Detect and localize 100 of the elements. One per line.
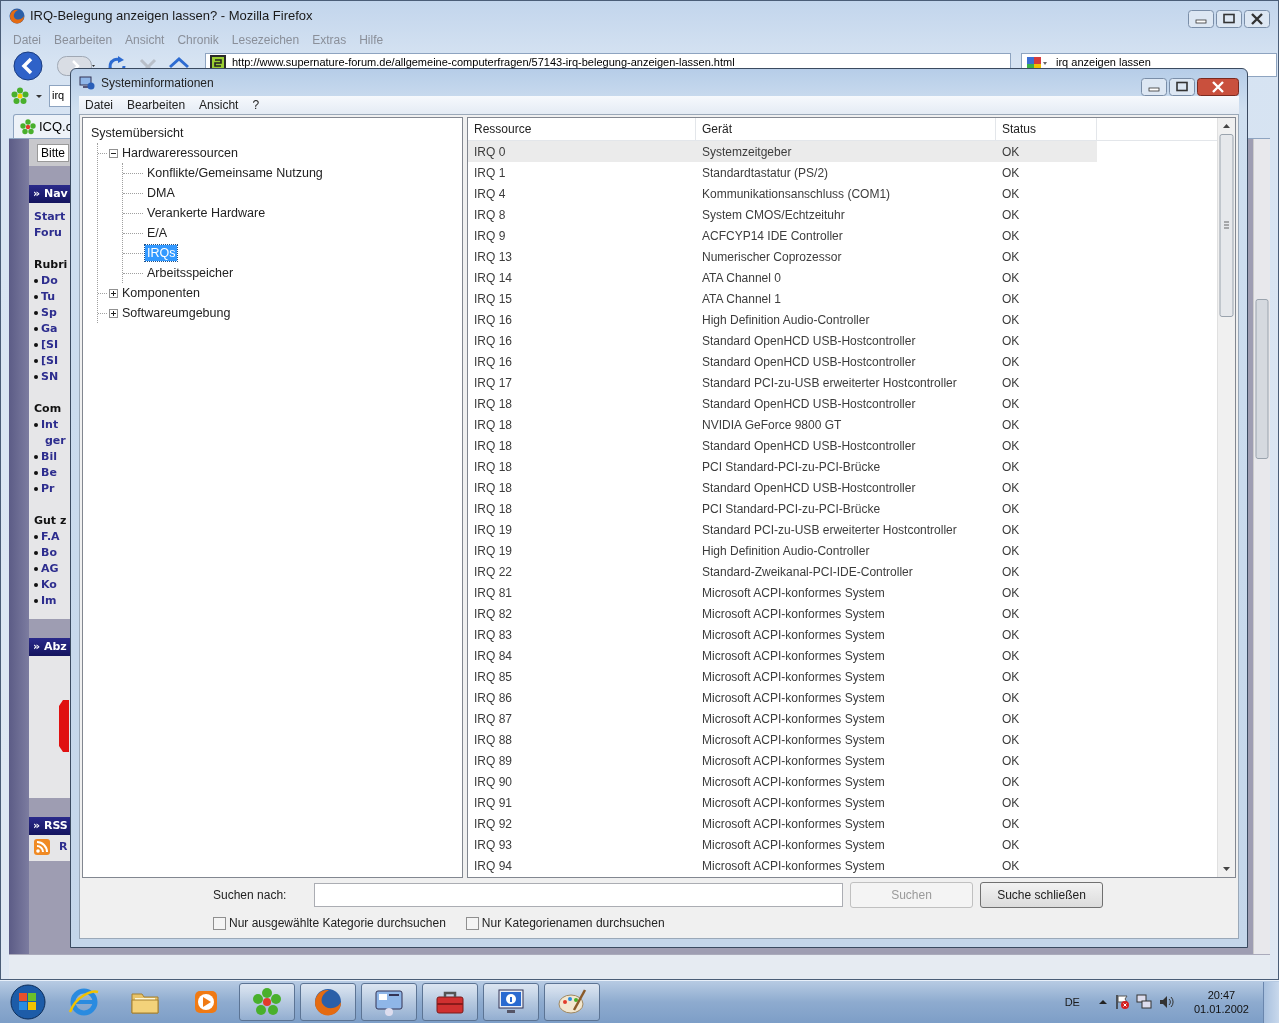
table-row[interactable]: IRQ 0 Systemzeitgeber OK	[468, 141, 1097, 162]
flag-icon[interactable]	[1113, 994, 1130, 1010]
table-row[interactable]: IRQ 18 PCI Standard-PCI-zu-PCI-Brücke OK	[468, 498, 1217, 519]
tree-item[interactable]: Systemübersicht	[89, 125, 186, 141]
column-header[interactable]: Status	[996, 118, 1097, 140]
table-row[interactable]: IRQ 15 ATA Channel 1 OK	[468, 288, 1217, 309]
table-row[interactable]: IRQ 84 Microsoft ACPI-konformes System OK	[468, 645, 1217, 666]
menu-item[interactable]: Bearbeiten	[127, 98, 186, 112]
network-icon[interactable]	[1135, 994, 1152, 1010]
tree-item[interactable]: E/A	[145, 225, 170, 241]
menu-item[interactable]: ?	[252, 98, 260, 112]
taskbar-button[interactable]	[361, 983, 417, 1021]
table-row[interactable]: IRQ 91 Microsoft ACPI-konformes System OK	[468, 792, 1217, 813]
close-search-button[interactable]: Suche schließen	[980, 882, 1103, 908]
table-row[interactable]: IRQ 16 High Definition Audio-Controller OK	[468, 309, 1217, 330]
menu-item[interactable]: Ansicht	[199, 98, 239, 112]
taskbar-button[interactable]	[422, 983, 478, 1021]
table-row[interactable]: IRQ 16 Standard OpenHCD USB-Hostcontroller OK	[468, 330, 1217, 351]
nav-link[interactable]: Pr	[41, 481, 55, 497]
start-button[interactable]	[8, 982, 48, 1022]
speaker-icon[interactable]	[1157, 994, 1176, 1010]
table-row[interactable]: IRQ 92 Microsoft ACPI-konformes System OK	[468, 813, 1217, 834]
nav-link[interactable]: Im	[41, 593, 57, 609]
table-row[interactable]: IRQ 1 Standardtastatur (PS/2) OK	[468, 162, 1217, 183]
nav-link[interactable]: SN	[41, 369, 59, 385]
tree-item[interactable]: Komponenten	[120, 285, 202, 301]
table-row[interactable]: IRQ 89 Microsoft ACPI-konformes System OK	[468, 750, 1217, 771]
tree-item[interactable]: Softwareumgebung	[120, 305, 233, 321]
taskbar-button[interactable]	[483, 983, 539, 1021]
expand-icon[interactable]	[109, 288, 118, 298]
table-row[interactable]: IRQ 14 ATA Channel 0 OK	[468, 267, 1217, 288]
scrollbar-thumb[interactable]	[1255, 299, 1269, 459]
taskbar-button[interactable]	[300, 983, 356, 1021]
maximize-button[interactable]	[1169, 78, 1195, 96]
show-desktop-button[interactable]	[1263, 981, 1279, 1023]
nav-link[interactable]: [SI	[41, 337, 59, 353]
nav-link[interactable]: Ko	[41, 577, 57, 593]
checkbox-label[interactable]: Nur Kategorienamen durchsuchen	[481, 916, 665, 930]
nav-link[interactable]: F.A	[41, 529, 60, 545]
tree-item[interactable]: DMA	[145, 185, 177, 201]
checkbox-label[interactable]: Nur ausgewählte Kategorie durchsuchen	[229, 916, 446, 930]
nav-link[interactable]: ger	[45, 433, 66, 449]
column-header[interactable]: Gerät	[696, 118, 996, 140]
table-row[interactable]: IRQ 94 Microsoft ACPI-konformes System OK	[468, 855, 1217, 876]
table-row[interactable]: IRQ 85 Microsoft ACPI-konformes System OK	[468, 666, 1217, 687]
nav-link[interactable]: [SI	[41, 353, 59, 369]
checkbox[interactable]	[213, 916, 226, 930]
search-field[interactable]	[314, 883, 843, 907]
tree-item[interactable]: Arbeitsspeicher	[145, 265, 236, 281]
table-row[interactable]: IRQ 18 Standard OpenHCD USB-Hostcontroller OK	[468, 435, 1217, 456]
table-row[interactable]: IRQ 18 PCI Standard-PCI-zu-PCI-Brücke OK	[468, 456, 1217, 477]
page-button[interactable]: Bitte	[37, 143, 69, 162]
nav-link[interactable]: Tu	[41, 289, 56, 305]
table-row[interactable]: IRQ 19 High Definition Audio-Controller OK	[468, 540, 1217, 561]
table-row[interactable]: IRQ 18 Standard OpenHCD USB-Hostcontroller OK	[468, 393, 1217, 414]
table-row[interactable]: IRQ 86 Microsoft ACPI-konformes System OK	[468, 687, 1217, 708]
taskbar-button[interactable]	[239, 983, 295, 1021]
expand-icon[interactable]	[109, 308, 118, 318]
table-row[interactable]: IRQ 9 ACFCYP14 IDE Controller OK	[468, 225, 1217, 246]
nav-link[interactable]: Sp	[41, 305, 57, 321]
nav-link[interactable]: AG	[41, 561, 59, 577]
table-row[interactable]: IRQ 90 Microsoft ACPI-konformes System OK	[468, 771, 1217, 792]
clock[interactable]: 20:47 01.01.2002	[1193, 988, 1249, 1016]
nav-link[interactable]: Bil	[41, 449, 57, 465]
table-row[interactable]: IRQ 19 Standard PCI-zu-USB erweiterter Hostcontroller OK	[468, 519, 1217, 540]
table-row[interactable]: IRQ 13 Numerischer Coprozessor OK	[468, 246, 1217, 267]
tree-item[interactable]: Verankerte Hardware	[145, 205, 268, 221]
nav-link[interactable]: Do	[41, 273, 58, 289]
table-row[interactable]: IRQ 18 NVIDIA GeForce 9800 GT OK	[468, 414, 1217, 435]
tree-item[interactable]: Konflikte/Gemeinsame Nutzung	[145, 165, 325, 181]
nav-link[interactable]: Be	[41, 465, 57, 481]
table-row[interactable]: IRQ 4 Kommunikationsanschluss (COM1) OK	[468, 183, 1217, 204]
column-header[interactable]: Ressource	[468, 118, 696, 140]
table-row[interactable]: IRQ 17 Standard PCI-zu-USB erweiterter Hostcontroller OK	[468, 372, 1217, 393]
show-hidden-icon[interactable]	[1097, 997, 1108, 1007]
tree-item[interactable]: Hardwareressourcen	[120, 145, 241, 161]
close-button[interactable]	[1244, 10, 1270, 28]
nav-link[interactable]: Start	[34, 209, 66, 225]
nav-link[interactable]: Bo	[41, 545, 57, 561]
checkbox[interactable]	[465, 916, 479, 930]
nav-link[interactable]: Int	[41, 417, 59, 433]
table-row[interactable]: IRQ 83 Microsoft ACPI-konformes System OK	[468, 624, 1217, 645]
table-row[interactable]: IRQ 81 Microsoft ACPI-konformes System OK	[468, 582, 1217, 603]
table-row[interactable]: IRQ 88 Microsoft ACPI-konformes System OK	[468, 729, 1217, 750]
table-row[interactable]: IRQ 87 Microsoft ACPI-konformes System OK	[468, 708, 1217, 729]
table-row[interactable]: IRQ 82 Microsoft ACPI-konformes System OK	[468, 603, 1217, 624]
table-row[interactable]: IRQ 18 Standard OpenHCD USB-Hostcontroller OK	[468, 477, 1217, 498]
table-row[interactable]: IRQ 8 System CMOS/Echtzeituhr OK	[468, 204, 1217, 225]
taskbar-button[interactable]	[544, 983, 600, 1021]
scrollbar-thumb[interactable]	[1219, 134, 1234, 317]
rss-link[interactable]: R	[59, 839, 68, 855]
maximize-button[interactable]	[1216, 10, 1242, 28]
menu-item[interactable]: Datei	[85, 98, 113, 112]
table-row[interactable]: IRQ 93 Microsoft ACPI-konformes System OK	[468, 834, 1217, 855]
table-row[interactable]: IRQ 16 Standard OpenHCD USB-Hostcontroller OK	[468, 351, 1217, 372]
language-indicator[interactable]: DE	[1064, 996, 1080, 1008]
nav-link[interactable]: Foru	[34, 225, 62, 241]
collapse-icon[interactable]	[109, 148, 118, 158]
close-button[interactable]	[1197, 78, 1239, 96]
nav-link[interactable]: Ga	[41, 321, 58, 337]
